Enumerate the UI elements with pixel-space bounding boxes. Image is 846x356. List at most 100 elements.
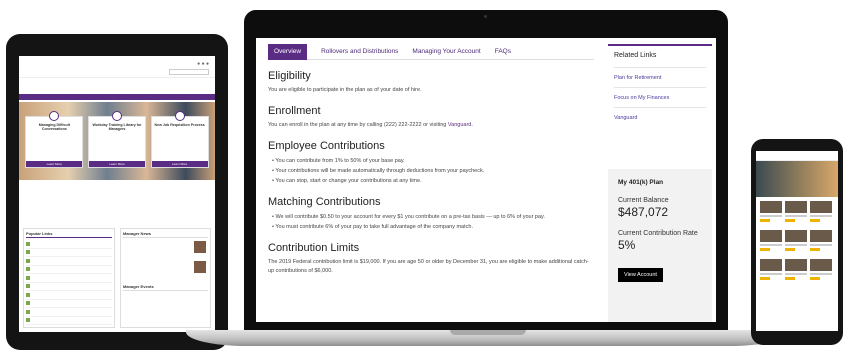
tile-button[interactable] xyxy=(785,248,795,251)
tile-text xyxy=(810,215,832,217)
link-vanguard[interactable]: Vanguard xyxy=(614,107,706,127)
phone-tile[interactable] xyxy=(760,259,782,285)
eligibility-heading: Eligibility xyxy=(268,70,311,82)
tablet-nav-item[interactable] xyxy=(25,81,51,89)
tablet-card: Managing Difficult Conversations Learn M… xyxy=(25,111,84,168)
tablet-popular-links: Popular Links xyxy=(23,228,115,328)
learn-more-button[interactable]: Learn More xyxy=(151,161,208,167)
phone-tile[interactable] xyxy=(810,259,832,285)
rate-label: Current Contribution Rate xyxy=(618,230,698,237)
list-item: You must contribute 6% of your pay to ta… xyxy=(268,222,594,232)
tablet-card-desc xyxy=(152,127,208,129)
tablet-link-item[interactable] xyxy=(26,266,112,274)
link-icon xyxy=(26,267,30,272)
phone-device xyxy=(751,139,843,345)
enrollment-paragraph: You can enroll in the plan at any time b… xyxy=(268,121,594,130)
link-icon xyxy=(26,275,30,280)
tablet-card-title: New Job Requisition Process xyxy=(154,123,205,127)
tablet-link-item[interactable] xyxy=(26,274,112,283)
tab-overview[interactable]: Overview xyxy=(268,43,308,60)
news-thumbnail xyxy=(194,241,206,253)
tile-button[interactable] xyxy=(785,277,795,280)
link-icon xyxy=(26,292,30,297)
tablet-link-item[interactable] xyxy=(26,291,112,300)
phone-tile[interactable] xyxy=(810,201,832,227)
learn-more-button[interactable]: Learn More xyxy=(88,161,145,167)
tablet-nav xyxy=(19,78,215,92)
tablet-card-title: Managing Difficult Conversations xyxy=(38,123,70,131)
list-item: Your contributions will be made automati… xyxy=(268,166,594,176)
tablet-header-icons: ● ● ● xyxy=(197,61,209,67)
plan-summary-panel: My 401(k) Plan Current Balance $487,072 … xyxy=(608,169,712,322)
tile-image xyxy=(810,259,832,271)
tab-managing-account[interactable]: Managing Your Account xyxy=(412,44,480,60)
tablet-link-item[interactable] xyxy=(26,249,112,257)
tab-rollovers[interactable]: Rollovers and Distributions xyxy=(321,44,398,60)
tablet-nav-item[interactable] xyxy=(121,81,147,89)
tablet-events-title: Manager Events xyxy=(123,284,208,291)
tablet-link-item[interactable] xyxy=(26,300,112,308)
balance-label: Current Balance xyxy=(618,197,669,204)
main-content: Overview Rollovers and Distributions Man… xyxy=(256,38,606,322)
tile-button[interactable] xyxy=(785,219,795,222)
compass-icon xyxy=(174,111,185,121)
tile-text xyxy=(810,273,832,275)
tile-text xyxy=(810,244,832,246)
tablet-link-item[interactable] xyxy=(26,257,112,266)
tab-faqs[interactable]: FAQs xyxy=(495,44,511,60)
tile-text xyxy=(760,215,782,217)
tile-image xyxy=(760,230,782,242)
laptop-screen: Overview Rollovers and Distributions Man… xyxy=(256,38,716,322)
list-item: You can contribute from 1% to 50% of you… xyxy=(268,156,594,166)
tile-text xyxy=(760,244,782,246)
tile-button[interactable] xyxy=(810,248,820,251)
tablet-news-title: Manager News xyxy=(123,231,208,238)
tablet-header: ● ● ● xyxy=(19,56,215,78)
tablet-link-item[interactable] xyxy=(26,308,112,317)
tile-button[interactable] xyxy=(810,277,820,280)
tile-image xyxy=(785,230,807,242)
tablet-link-item[interactable] xyxy=(26,317,112,325)
tile-button[interactable] xyxy=(810,219,820,222)
tablet-search-input[interactable] xyxy=(169,69,209,75)
tablet-card-desc xyxy=(26,131,82,133)
phone-tile[interactable] xyxy=(760,230,782,256)
tab-bar: Overview Rollovers and Distributions Man… xyxy=(268,43,594,60)
vanguard-link[interactable]: Vanguard. xyxy=(448,122,473,128)
list-item: You can stop, start or change your contr… xyxy=(268,176,594,186)
tile-text xyxy=(785,215,807,217)
tile-button[interactable] xyxy=(760,277,770,280)
link-plan-for-retirement[interactable]: Plan for Retirement xyxy=(614,67,706,87)
link-icon xyxy=(26,241,30,246)
phone-tile[interactable] xyxy=(760,201,782,227)
tablet-alert-bar xyxy=(19,94,215,100)
tile-image xyxy=(810,201,832,213)
tablet-nav-item[interactable] xyxy=(57,81,83,89)
link-focus-on-finances[interactable]: Focus on My Finances xyxy=(614,87,706,107)
tablet-card-title: Workday Training Library for Managers xyxy=(92,123,142,131)
view-account-button[interactable]: View Account xyxy=(618,268,663,282)
tablet-link-item[interactable] xyxy=(26,240,112,249)
tablet-links-title: Popular Links xyxy=(26,231,112,238)
plan-title: My 401(k) Plan xyxy=(618,179,664,186)
tablet-news-item[interactable] xyxy=(123,238,208,258)
tablet-link-item[interactable] xyxy=(26,283,112,291)
phone-screen xyxy=(756,151,838,331)
rate-value: 5% xyxy=(618,238,636,252)
laptop-device: Overview Rollovers and Distributions Man… xyxy=(244,10,728,332)
phone-tile[interactable] xyxy=(810,230,832,256)
phone-nav xyxy=(756,151,838,161)
eligibility-text: You are eligible to participate in the p… xyxy=(268,87,422,93)
tile-button[interactable] xyxy=(760,219,770,222)
tablet-news-item[interactable] xyxy=(123,258,208,278)
learn-more-button[interactable]: Learn More xyxy=(26,161,83,167)
tablet-nav-item[interactable] xyxy=(89,81,115,89)
tile-button[interactable] xyxy=(760,248,770,251)
phone-tile[interactable] xyxy=(785,230,807,256)
phone-tile[interactable] xyxy=(785,259,807,285)
link-icon xyxy=(26,301,30,306)
contribution-limits-heading: Contribution Limits xyxy=(268,242,360,254)
matching-contributions-heading: Matching Contributions xyxy=(268,196,381,208)
tile-text xyxy=(785,244,807,246)
phone-tile[interactable] xyxy=(785,201,807,227)
